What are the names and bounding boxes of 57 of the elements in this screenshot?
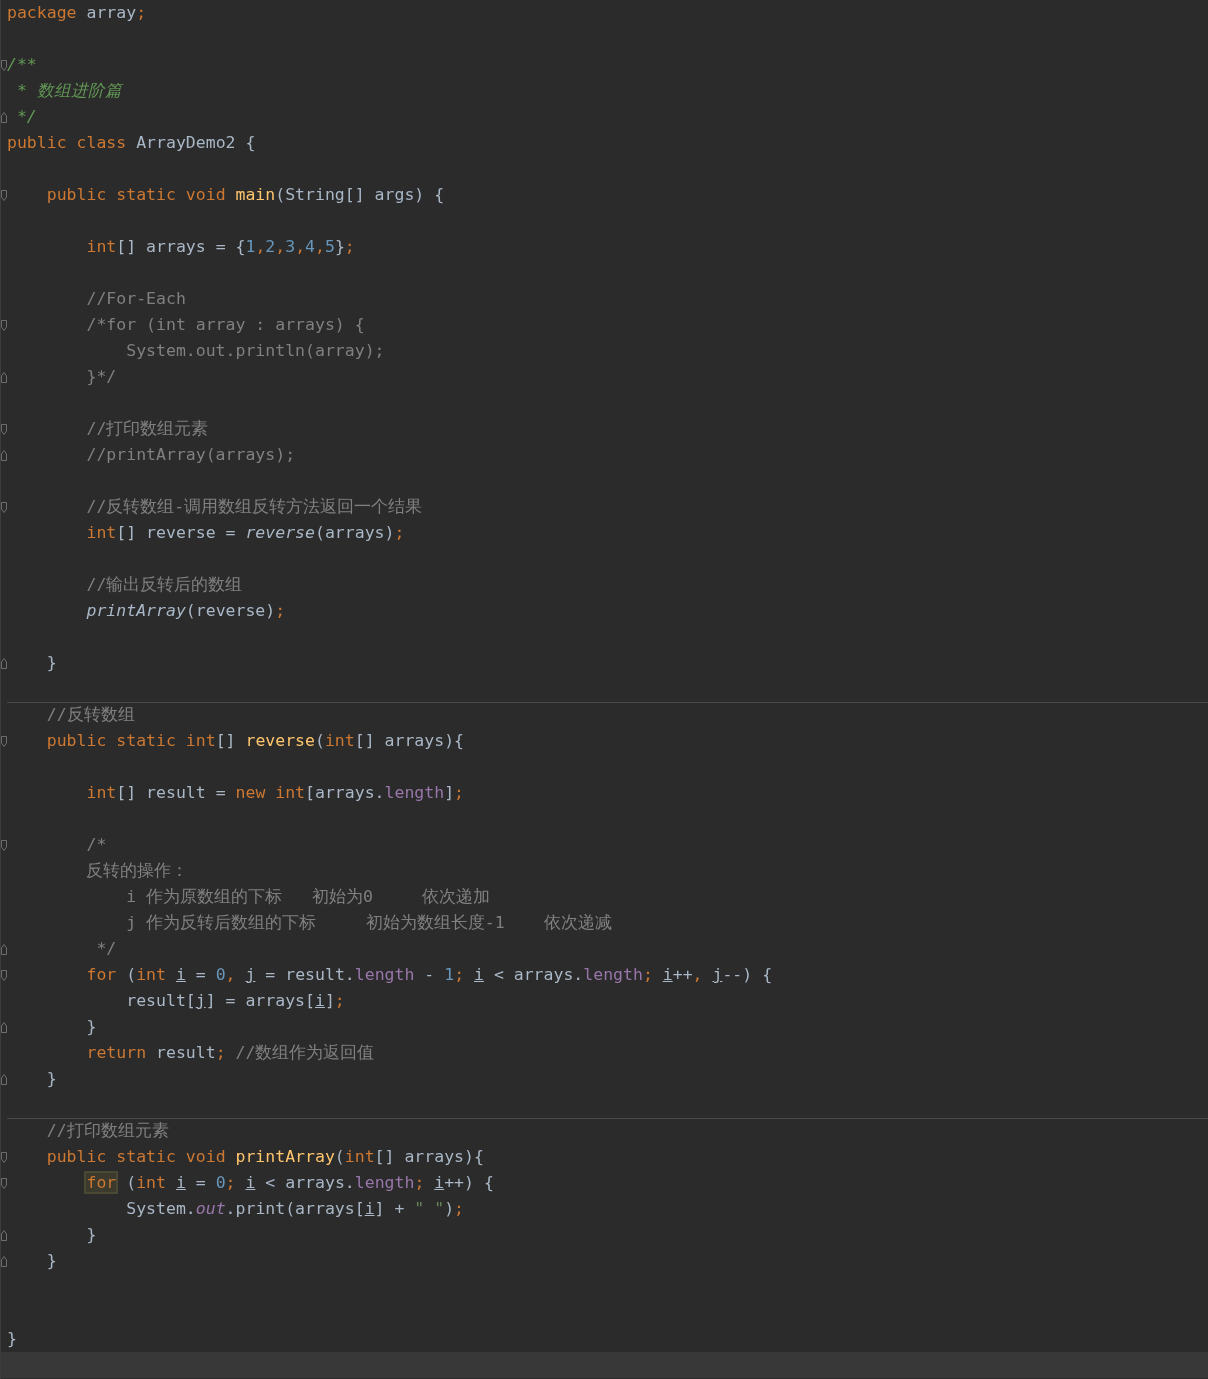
fold-icon[interactable] bbox=[1, 969, 7, 981]
code-line: package array; bbox=[7, 2, 148, 24]
fold-icon[interactable] bbox=[1, 423, 7, 435]
code-line: for (int i = 0, j = result.length - 1; i < arrays.length; i++, j--) { bbox=[85, 964, 774, 986]
code-line: public class ArrayDemo2 { bbox=[7, 132, 257, 154]
fold-icon[interactable] bbox=[1, 449, 7, 461]
code-line: return result; //数组作为返回值 bbox=[85, 1042, 376, 1064]
code-line: * 数组进阶篇 bbox=[15, 80, 125, 102]
code-line: } bbox=[85, 1224, 98, 1246]
fold-icon[interactable] bbox=[1, 59, 7, 71]
code-line: System.out.print(arrays[i] + " "); bbox=[125, 1198, 466, 1220]
fold-icon[interactable] bbox=[1, 1151, 7, 1163]
code-line: for (int i = 0; i < arrays.length; i++) { bbox=[85, 1172, 495, 1194]
code-line: */ bbox=[95, 938, 118, 960]
fold-icon[interactable] bbox=[1, 839, 7, 851]
fold-icon[interactable] bbox=[1, 111, 7, 123]
code-line: } bbox=[7, 1328, 18, 1350]
code-line: //反转数组-调用数组反转方法返回一个结果 bbox=[85, 496, 424, 518]
code-line: //输出反转后的数组 bbox=[85, 574, 244, 596]
code-line: //反转数组 bbox=[45, 704, 136, 726]
fold-icon[interactable] bbox=[1, 1021, 7, 1033]
fold-icon[interactable] bbox=[1, 1073, 7, 1085]
code-line: //For-Each bbox=[85, 288, 187, 310]
code-line: int[] arrays = {1,2,3,4,5}; bbox=[85, 236, 356, 258]
fold-icon[interactable] bbox=[1, 657, 7, 669]
code-line: */ bbox=[15, 106, 38, 128]
code-line: } bbox=[45, 1068, 58, 1090]
code-line: /* bbox=[85, 834, 108, 856]
code-line: 反转的操作： bbox=[85, 860, 190, 882]
code-line: /*for (int array : arrays) { bbox=[85, 314, 366, 336]
code-line: /** bbox=[7, 54, 38, 76]
code-line: //打印数组元素 bbox=[45, 1120, 170, 1142]
code-line: int[] result = new int[arrays.length]; bbox=[85, 782, 466, 804]
code-line: System.out.println(array); bbox=[125, 340, 386, 362]
code-line: result[j] = arrays[i]; bbox=[125, 990, 346, 1012]
code-line: j 作为反转后数组的下标 初始为数组长度-1 依次递减 bbox=[125, 912, 614, 934]
code-line: } bbox=[85, 1016, 98, 1038]
code-line: public static int[] reverse(int[] arrays){ bbox=[45, 730, 466, 752]
code-line: //printArray(arrays); bbox=[85, 444, 297, 466]
code-line: } bbox=[45, 652, 58, 674]
fold-icon[interactable] bbox=[1, 189, 7, 201]
code-line: public static void main(String[] args) { bbox=[45, 184, 446, 206]
fold-icon[interactable] bbox=[1, 943, 7, 955]
code-line: i 作为原数组的下标 初始为0 依次递加 bbox=[125, 886, 492, 908]
fold-icon[interactable] bbox=[1, 1177, 7, 1189]
fold-icon[interactable] bbox=[1, 371, 7, 383]
fold-icon[interactable] bbox=[1, 319, 7, 331]
code-line: //打印数组元素 bbox=[85, 418, 210, 440]
code-line: int[] reverse = reverse(arrays); bbox=[85, 522, 406, 544]
fold-icon[interactable] bbox=[1, 1255, 7, 1267]
fold-icon[interactable] bbox=[1, 501, 7, 513]
code-line: public static void printArray(int[] arrays){ bbox=[45, 1146, 485, 1168]
code-line: } bbox=[45, 1250, 58, 1272]
code-line: }*/ bbox=[85, 366, 118, 388]
fold-icon[interactable] bbox=[1, 735, 7, 747]
fold-icon[interactable] bbox=[1, 1229, 7, 1241]
code-line: printArray(reverse); bbox=[85, 600, 287, 622]
